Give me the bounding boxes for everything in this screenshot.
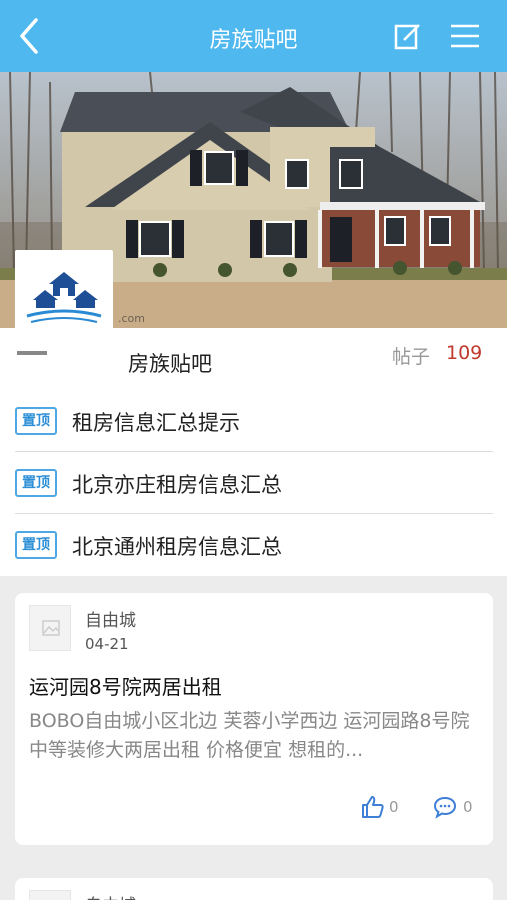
like-button[interactable]: 0 [361,795,409,821]
posts-label: 帖子 [392,346,431,368]
forum-logo [15,250,113,330]
post-date: 04-21 [85,635,129,653]
top-bar: 房族贴吧 [0,0,507,72]
post-title[interactable]: 运河园8号院两居出租 [29,671,222,700]
pinned-title: 北京亦庄租房信息汇总 [72,473,282,497]
banner-watermark: .com [118,312,145,325]
pinned-badge: 置顶 [15,531,57,559]
image-placeholder-icon [42,620,60,636]
comment-icon [433,796,457,819]
pinned-item[interactable]: 置顶 北京亦庄租房信息汇总 [15,452,493,514]
pinned-badge: 置顶 [15,469,57,497]
page-title: 房族贴吧 [209,28,298,53]
pinned-item[interactable]: 置顶 租房信息汇总提示 [15,390,493,452]
forum-info-bar: 房族贴吧 帖子 109 [0,328,507,390]
edit-icon [394,24,420,50]
forum-name: 房族贴吧 [128,352,212,376]
post-card[interactable]: 自由城 [15,878,493,900]
avatar[interactable] [29,605,71,651]
pinned-badge: 置顶 [15,407,57,435]
posts-count: 109 [446,342,483,364]
post-excerpt: BOBO自由城小区北边 芙蓉小学西边 运河园路8号院中等装修大两居出租 价格便宜… [29,710,470,761]
comment-button[interactable]: 0 [433,795,483,821]
thumbs-up-icon [362,796,384,818]
edit-button[interactable] [392,20,424,52]
menu-button[interactable] [448,20,482,52]
menu-icon [451,24,479,48]
post-card[interactable]: 自由城 04-21 运河园8号院两居出租 BOBO自由城小区北边 芙蓉小学西边 … [15,593,493,845]
pinned-title: 北京通州租房信息汇总 [72,535,282,559]
post-author[interactable]: 自由城 [85,606,136,631]
avatar[interactable] [29,890,71,900]
pinned-list: 置顶 租房信息汇总提示 置顶 北京亦庄租房信息汇总 置顶 北京通州租房信息汇总 [0,390,507,576]
pinned-item[interactable]: 置顶 北京通州租房信息汇总 [15,514,493,576]
comment-count: 0 [463,798,473,816]
divider [17,351,47,355]
pinned-title: 租房信息汇总提示 [72,411,240,435]
like-count: 0 [389,798,399,816]
post-author[interactable]: 自由城 [85,891,136,900]
